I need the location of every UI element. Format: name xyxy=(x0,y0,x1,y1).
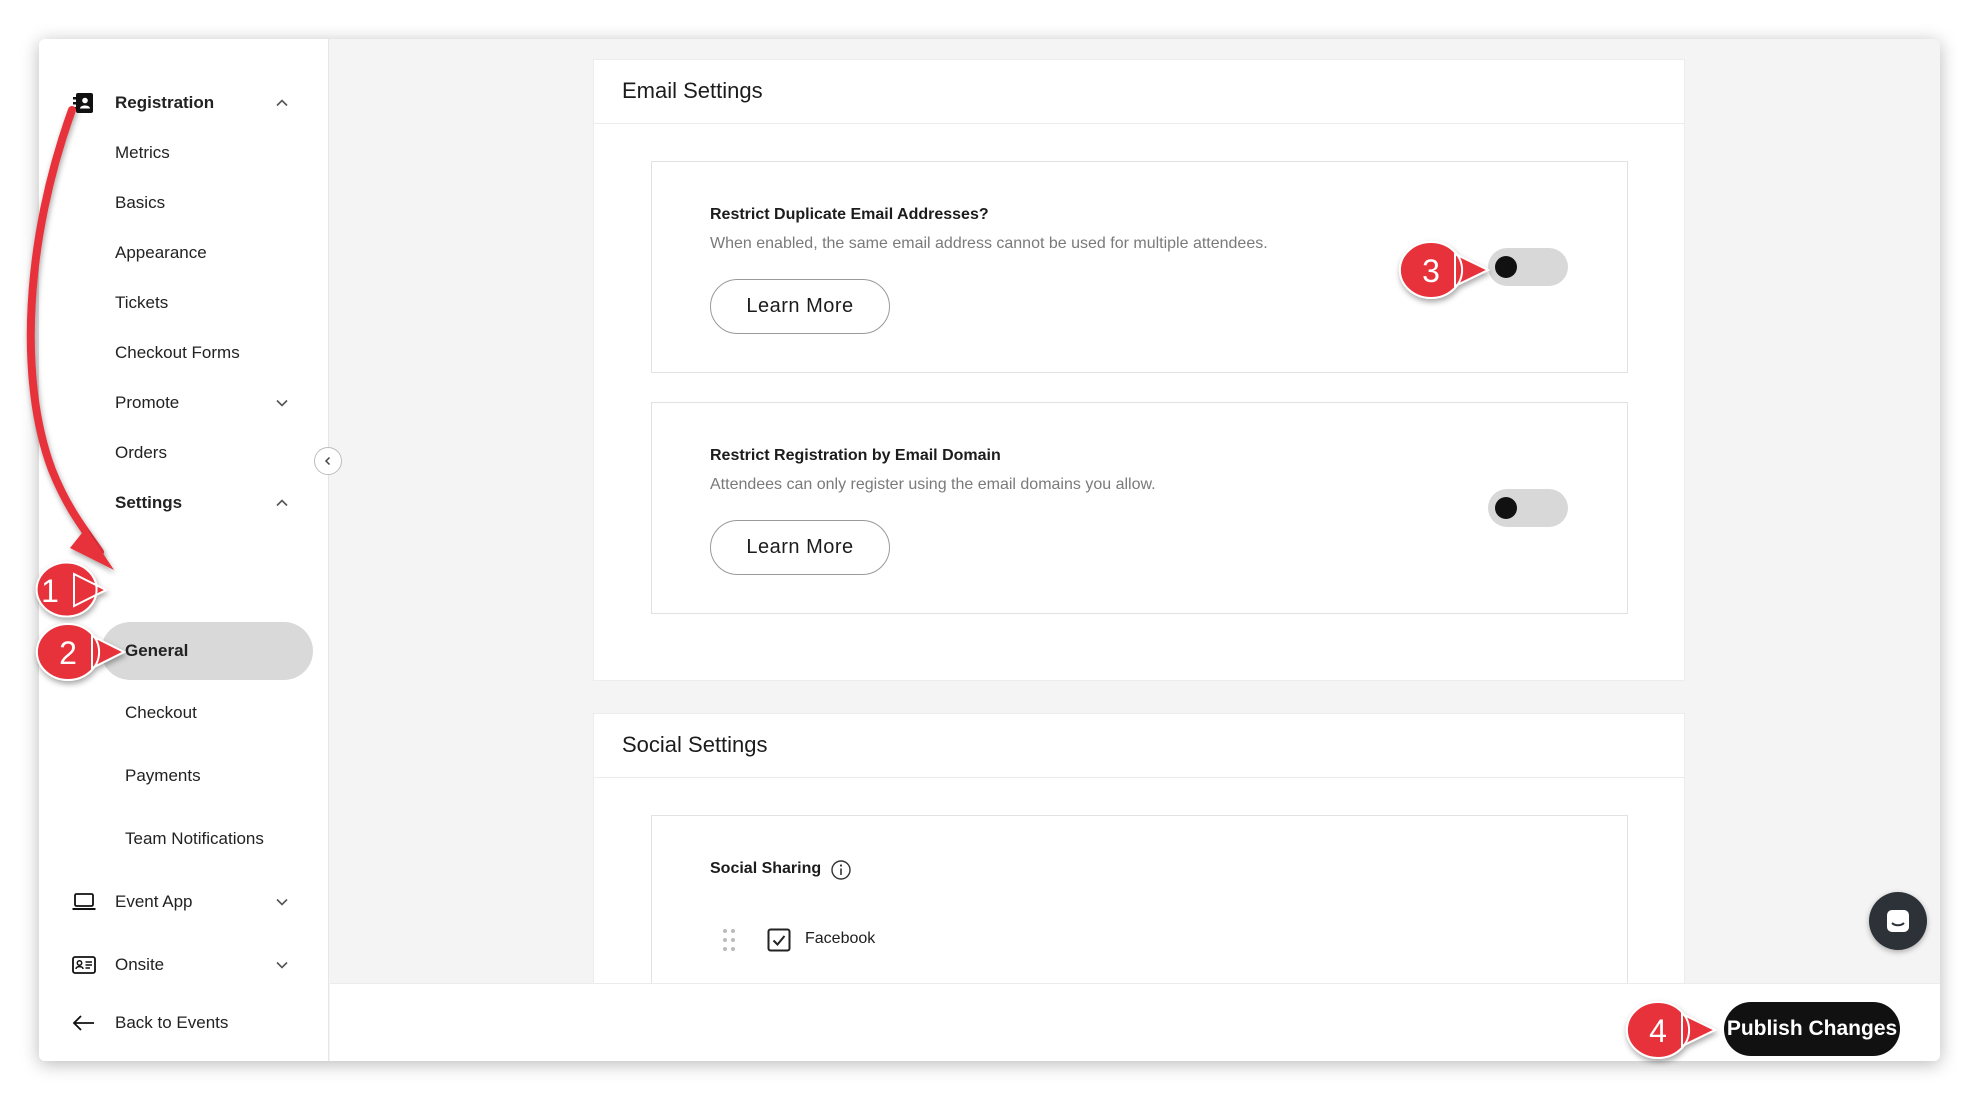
publish-changes-button[interactable]: Publish Changes xyxy=(1724,1002,1900,1056)
drag-handle-icon[interactable] xyxy=(721,927,737,953)
sidebar-item-event-app[interactable]: Event App xyxy=(39,882,329,922)
sidebar-item-label: Back to Events xyxy=(115,1013,229,1032)
facebook-label: Facebook xyxy=(805,930,876,947)
chevron-down-icon xyxy=(276,399,288,407)
sidebar-item-label: Settings xyxy=(115,493,183,512)
setting-title: Restrict Registration by Email Domain xyxy=(710,447,1001,464)
sidebar: Registration Metrics Basics Appearance T… xyxy=(39,39,329,1061)
chevron-down-icon xyxy=(276,961,288,969)
sidebar-item-payments[interactable]: Payments xyxy=(39,756,329,796)
social-settings-card: Social Settings Social Sharing Facebook xyxy=(593,713,1685,983)
setting-description: Attendees can only register using the em… xyxy=(710,476,1156,493)
sidebar-item-appearance[interactable]: Appearance xyxy=(39,233,329,273)
chat-launcher-button[interactable] xyxy=(1869,892,1927,950)
setting-restrict-domain: Restrict Registration by Email Domain At… xyxy=(651,402,1628,614)
sidebar-item-team-notifications[interactable]: Team Notifications xyxy=(39,819,329,859)
arrow-left-icon xyxy=(72,1015,94,1031)
facebook-checkbox[interactable] xyxy=(767,928,791,952)
toggle-knob xyxy=(1495,497,1517,519)
restrict-domain-toggle[interactable] xyxy=(1488,489,1568,527)
address-book-icon xyxy=(73,93,93,113)
setting-title: Restrict Duplicate Email Addresses? xyxy=(710,206,989,223)
back-to-events-link[interactable]: Back to Events xyxy=(39,1003,329,1043)
toggle-knob xyxy=(1495,256,1517,278)
learn-more-button[interactable]: Learn More xyxy=(710,520,890,575)
sidebar-item-label: Registration xyxy=(115,93,215,112)
email-settings-card: Email Settings Restrict Duplicate Email … xyxy=(593,59,1685,681)
chevron-down-icon xyxy=(276,898,288,906)
chat-icon xyxy=(1887,910,1909,932)
sidebar-item-checkout[interactable]: Checkout xyxy=(39,693,329,733)
laptop-icon xyxy=(72,893,96,910)
chevron-up-icon xyxy=(276,99,288,107)
setting-description: When enabled, the same email address can… xyxy=(710,235,1268,252)
sidebar-item-label: Tickets xyxy=(115,293,169,312)
sidebar-item-basics[interactable]: Basics xyxy=(39,183,329,223)
card-title: Social Settings xyxy=(622,732,768,757)
setting-restrict-duplicate: Restrict Duplicate Email Addresses? When… xyxy=(651,161,1628,373)
sidebar-item-registration[interactable]: Registration xyxy=(39,83,329,123)
sidebar-item-onsite[interactable]: Onsite xyxy=(39,945,329,985)
sidebar-item-orders[interactable]: Orders xyxy=(39,433,329,473)
divider xyxy=(594,777,1684,778)
footer-bar xyxy=(330,983,1940,1061)
sidebar-item-promote[interactable]: Promote xyxy=(39,383,329,423)
info-icon[interactable] xyxy=(830,859,852,881)
sidebar-item-settings[interactable]: Settings xyxy=(39,483,329,523)
sidebar-item-checkout-forms[interactable]: Checkout Forms xyxy=(39,333,329,373)
divider xyxy=(594,123,1684,124)
sidebar-item-tickets[interactable]: Tickets xyxy=(39,283,329,323)
card-title: Email Settings xyxy=(622,78,763,103)
chevron-up-icon xyxy=(276,499,288,507)
sidebar-item-label: Promote xyxy=(115,393,180,412)
sidebar-item-label: Orders xyxy=(115,443,167,462)
restrict-duplicate-toggle[interactable] xyxy=(1488,248,1568,286)
main-content: Email Settings Restrict Duplicate Email … xyxy=(330,39,1940,983)
sidebar-item-general[interactable]: General xyxy=(39,631,329,671)
sidebar-item-label: Checkout xyxy=(125,703,197,722)
social-sharing-label: Social Sharing xyxy=(710,860,822,877)
sidebar-item-label: Metrics xyxy=(115,143,170,162)
sidebar-item-label: Checkout Forms xyxy=(115,343,240,362)
id-card-icon xyxy=(72,956,96,974)
sidebar-item-label: Basics xyxy=(115,193,166,212)
sidebar-item-label: Onsite xyxy=(115,955,165,974)
sidebar-item-label: Payments xyxy=(125,766,201,785)
sidebar-item-label: Team Notifications xyxy=(125,829,264,848)
sidebar-item-label: Event App xyxy=(115,892,193,911)
sidebar-item-metrics[interactable]: Metrics xyxy=(39,133,329,173)
sidebar-item-label: General xyxy=(125,641,189,660)
sidebar-item-label: Appearance xyxy=(115,243,207,262)
learn-more-button[interactable]: Learn More xyxy=(710,279,890,334)
app-window: Registration Metrics Basics Appearance T… xyxy=(39,39,1940,1061)
social-sharing-panel: Social Sharing Facebook xyxy=(651,815,1628,983)
